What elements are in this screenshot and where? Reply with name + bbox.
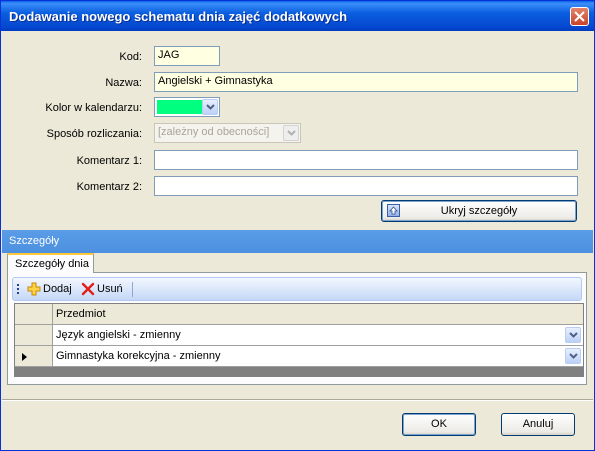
grid-header-row: Przedmiot bbox=[15, 304, 583, 326]
toolbar-separator bbox=[132, 282, 133, 297]
name-field[interactable]: Angielski + Gimnastyka bbox=[154, 72, 578, 92]
billing-dropdown-button bbox=[283, 125, 299, 141]
footer-divider bbox=[2, 399, 593, 401]
comment1-field[interactable] bbox=[154, 150, 578, 170]
billing-value: [zależny od obecności] bbox=[158, 126, 270, 138]
add-button-label: Dodaj bbox=[43, 283, 72, 295]
chevron-down-icon bbox=[569, 353, 578, 359]
comment2-field[interactable] bbox=[154, 176, 578, 196]
chevron-down-icon bbox=[287, 130, 296, 136]
remove-button-label: Usuń bbox=[97, 283, 123, 295]
subjects-grid: Przedmiot Język angielski - zmienny Gimn… bbox=[14, 303, 584, 377]
billing-select: [zależny od obecności] bbox=[154, 123, 301, 143]
grid-corner-header bbox=[15, 304, 53, 325]
table-row[interactable]: Język angielski - zmienny bbox=[15, 325, 583, 347]
add-button[interactable]: Dodaj bbox=[27, 282, 73, 298]
details-section-header: Szczegóły bbox=[2, 230, 593, 253]
details-toolbar: Dodaj Usuń bbox=[12, 277, 582, 301]
plus-icon bbox=[27, 282, 41, 296]
comment2-label: Komentarz 2: bbox=[76, 181, 142, 193]
code-label: Kod: bbox=[119, 51, 142, 63]
remove-button[interactable]: Usuń bbox=[81, 282, 127, 298]
subject-dropdown-button[interactable] bbox=[565, 348, 581, 364]
column-header-subject[interactable]: Przedmiot bbox=[53, 304, 583, 325]
table-row[interactable]: Gimnastyka korekcyjna - zmienny bbox=[15, 346, 583, 368]
subject-cell[interactable]: Gimnastyka korekcyjna - zmienny bbox=[53, 346, 583, 367]
chevron-down-icon bbox=[206, 104, 215, 110]
tab-day-details[interactable]: Szczegóły dnia bbox=[7, 253, 94, 273]
code-field[interactable]: JAG bbox=[154, 46, 220, 66]
hide-details-button[interactable]: Ukryj szczegóły bbox=[381, 200, 577, 222]
current-row-arrow-icon bbox=[22, 353, 27, 361]
title-bar[interactable]: Dodawanie nowego schematu dnia zajęć dod… bbox=[1, 1, 594, 31]
toolbar-grip[interactable] bbox=[17, 284, 19, 296]
color-label: Kolor w kalendarzu: bbox=[45, 102, 142, 114]
name-label: Nazwa: bbox=[105, 77, 142, 89]
cancel-button[interactable]: Anuluj bbox=[501, 413, 575, 436]
subject-cell-value: Język angielski - zmienny bbox=[56, 329, 181, 341]
close-button[interactable] bbox=[570, 7, 589, 26]
row-header[interactable] bbox=[15, 346, 53, 367]
color-swatch bbox=[157, 100, 202, 114]
ok-button[interactable]: OK bbox=[402, 413, 476, 436]
comment1-label: Komentarz 1: bbox=[76, 155, 142, 167]
close-icon bbox=[574, 11, 585, 22]
color-dropdown-button[interactable] bbox=[202, 99, 218, 115]
window-title: Dodawanie nowego schematu dnia zajęć dod… bbox=[9, 9, 348, 24]
row-header[interactable] bbox=[15, 325, 53, 346]
billing-label: Sposób rozliczania: bbox=[46, 128, 142, 140]
tab-day-details-label: Szczegóły dnia bbox=[15, 258, 89, 270]
color-picker[interactable] bbox=[154, 97, 220, 117]
dialog-window: Dodawanie nowego schematu dnia zajęć dod… bbox=[0, 0, 595, 451]
subject-cell[interactable]: Język angielski - zmienny bbox=[53, 325, 583, 346]
details-section-title: Szczegóły bbox=[9, 235, 60, 247]
hide-details-label: Ukryj szczegóły bbox=[440, 205, 518, 217]
delete-x-icon bbox=[81, 282, 95, 296]
subject-dropdown-button[interactable] bbox=[565, 327, 581, 343]
subject-cell-value: Gimnastyka korekcyjna - zmienny bbox=[56, 350, 221, 362]
chevron-down-icon bbox=[569, 332, 578, 338]
